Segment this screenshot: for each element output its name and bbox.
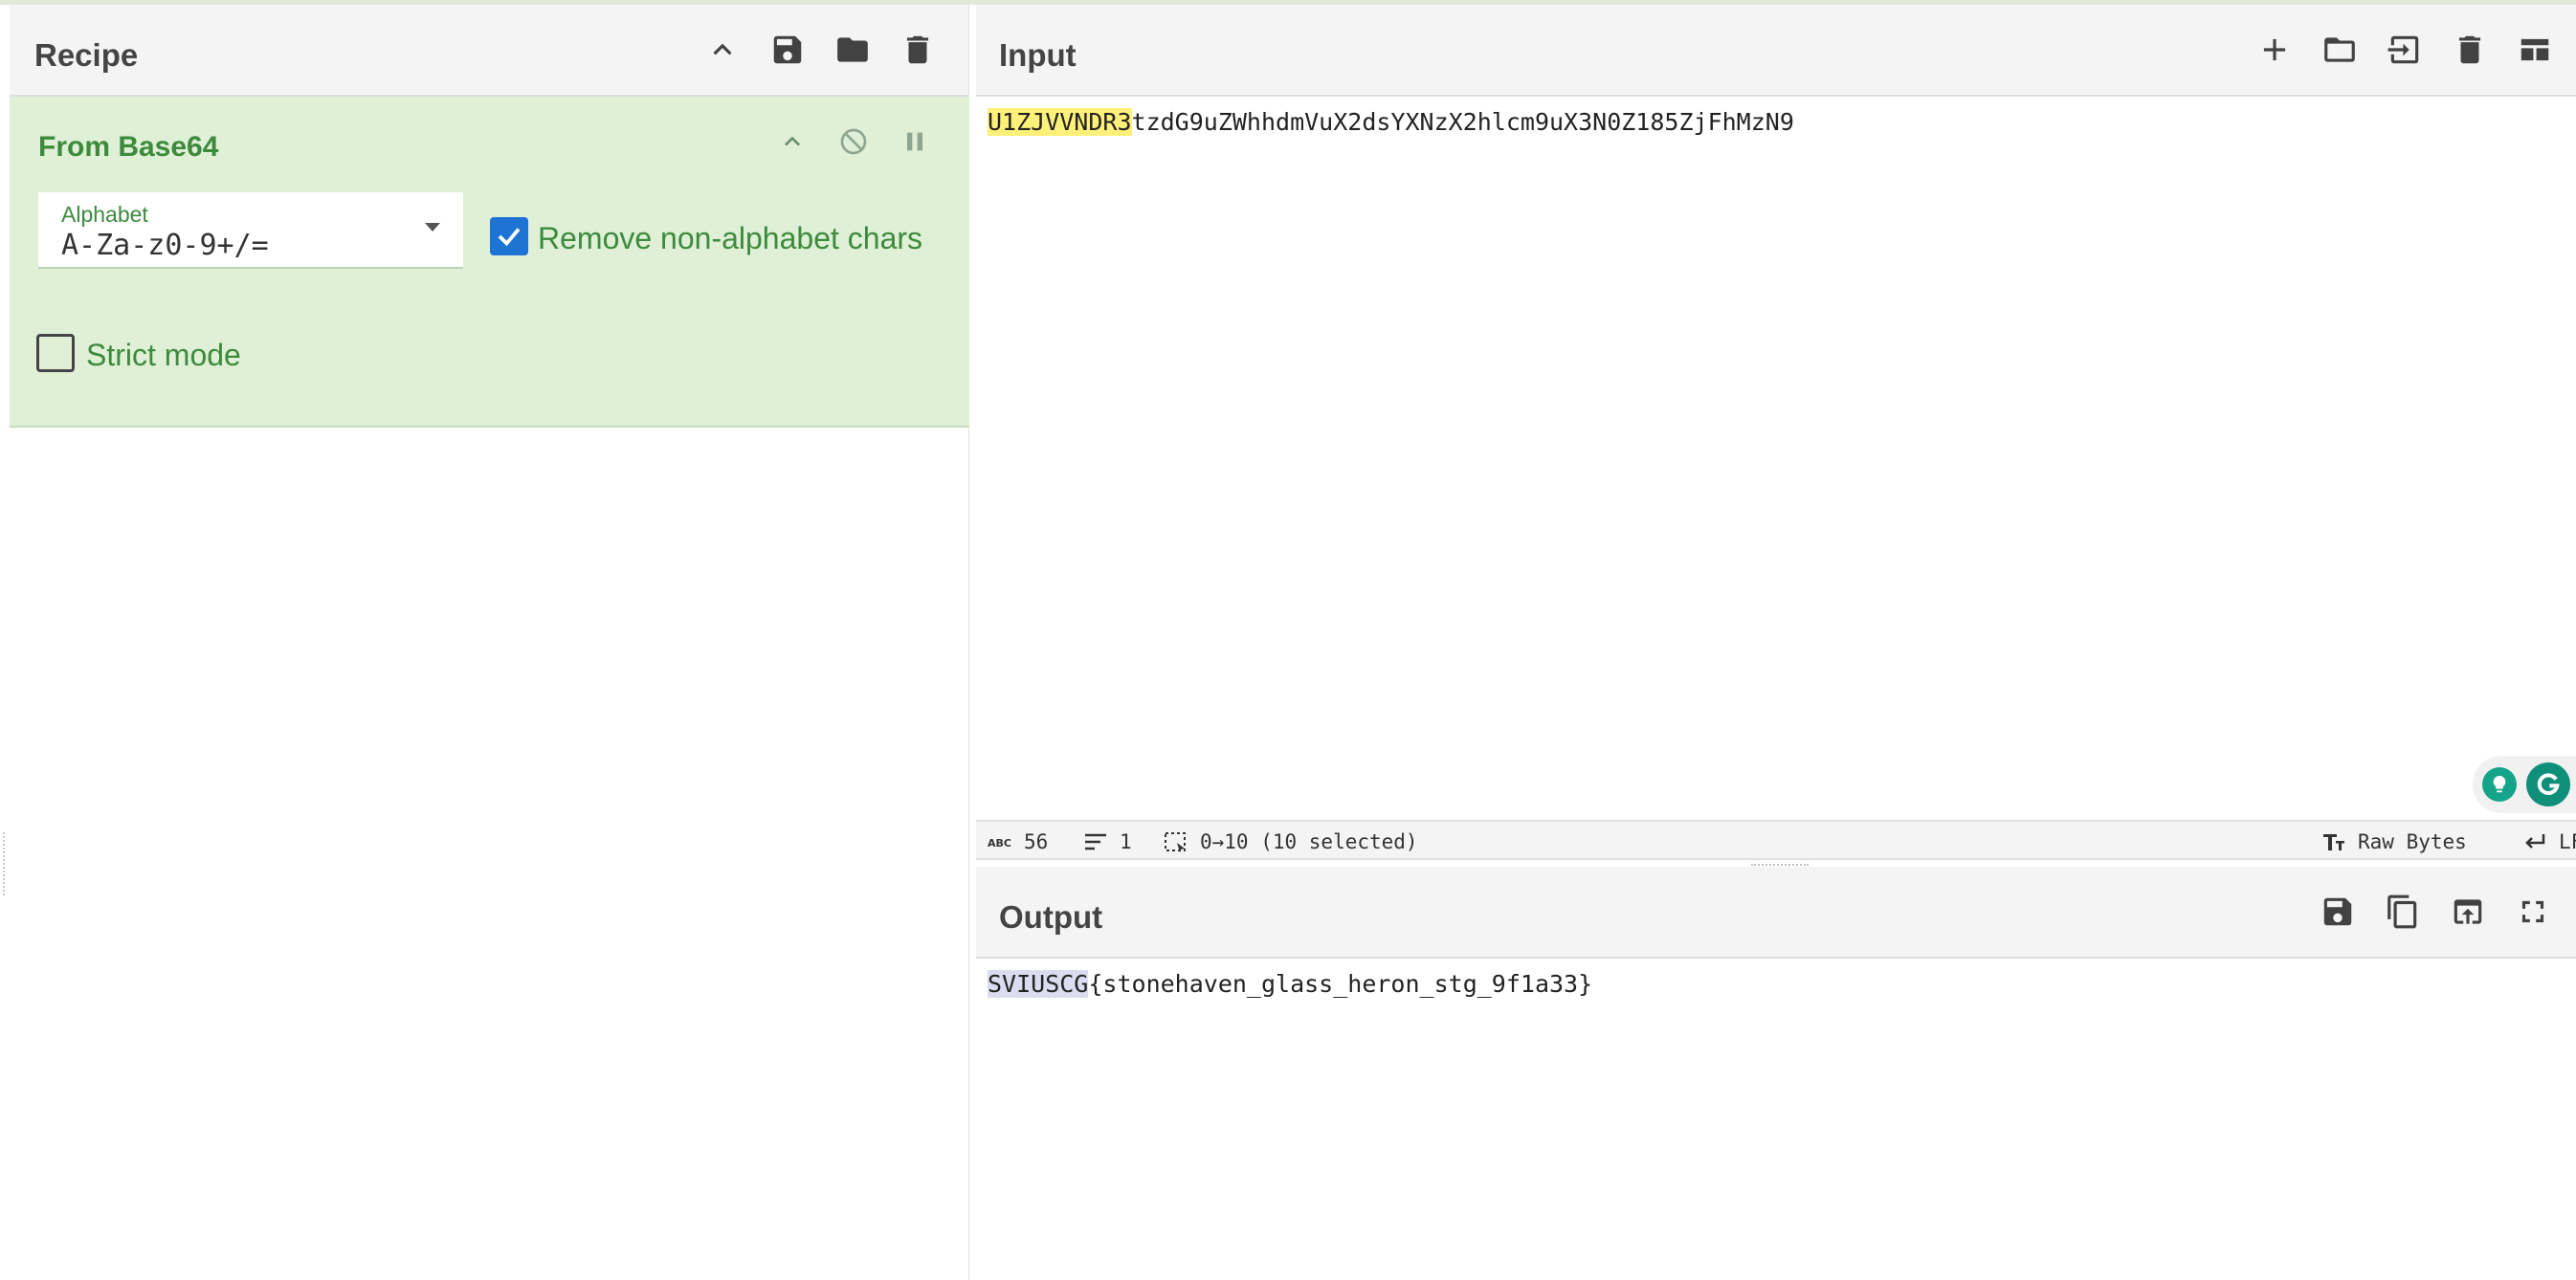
input-status-bar: ABC 56 1 0→10 (10 selected) Raw Bytes LF: [976, 820, 2576, 860]
folder-icon[interactable]: [2320, 30, 2360, 70]
input-pane: Input U1ZJVVNDR3tzdG9uZWhhdmVuX2dsYXNzX2…: [976, 5, 2576, 861]
dropdown-caret-icon: [425, 223, 440, 232]
plus-icon[interactable]: [2254, 30, 2295, 70]
length-indicator: ABC 56: [988, 830, 1048, 853]
abc-icon: ABC: [988, 837, 1011, 850]
input-title: Input: [999, 37, 1077, 73]
output-selection: SVIUSCG: [988, 970, 1089, 998]
recipe-toolbar: [702, 30, 938, 70]
copy-icon[interactable]: [2383, 892, 2423, 932]
import-icon[interactable]: [2385, 30, 2425, 70]
input-textarea[interactable]: U1ZJVVNDR3tzdG9uZWhhdmVuX2dsYXNzX2hlcm9u…: [988, 108, 1794, 136]
output-header: Output: [976, 867, 2576, 959]
output-textarea[interactable]: SVIUSCG{stonehaven_glass_heron_stg_9f1a3…: [988, 970, 1592, 998]
trash-icon[interactable]: [898, 30, 938, 70]
alphabet-label: Alphabet: [61, 202, 148, 227]
alphabet-value: A-Za-z0-9+/=: [61, 229, 269, 262]
return-arrow-icon: [2525, 834, 2545, 849]
output-pane: Output SVIUSCG{stonehaven_glass_heron_st…: [976, 867, 2576, 1280]
operation-from-base64[interactable]: From Base64 Alphabet A-Za-z0-9+/= Remove…: [10, 97, 969, 428]
svg-text:ABC: ABC: [988, 837, 1011, 850]
alphabet-select[interactable]: Alphabet A-Za-z0-9+/=: [38, 192, 463, 269]
left-resize-handle[interactable]: [3, 832, 7, 895]
lines-indicator: 1: [1083, 830, 1132, 853]
input-toolbar: [2254, 30, 2555, 70]
encoding-label: Raw Bytes: [2358, 830, 2467, 853]
output-toolbar: [2318, 892, 2553, 932]
output-title: Output: [999, 899, 1103, 935]
selection-range: 0→10 (10 selected): [1200, 830, 1418, 853]
input-length: 56: [1024, 830, 1049, 853]
selection-icon: [1165, 832, 1186, 852]
grammarly-widget[interactable]: [2473, 756, 2576, 813]
text-size-icon: [2323, 834, 2344, 850]
remove-non-alphabet-label[interactable]: Remove non-alphabet chars: [538, 221, 922, 256]
chevron-up-icon[interactable]: [702, 30, 743, 70]
folder-icon[interactable]: [833, 30, 873, 70]
encoding-selector[interactable]: Raw Bytes: [2321, 830, 2467, 853]
remove-non-alphabet-checkbox[interactable]: [490, 217, 528, 255]
collapse-operation-icon[interactable]: [772, 121, 812, 162]
recipe-title: Recipe: [34, 37, 139, 73]
recipe-pane: Recipe From Base64 Alphabet A-Za-z0-9+/=…: [10, 5, 969, 1280]
save-icon[interactable]: [2318, 892, 2358, 932]
lines-icon: [1085, 833, 1106, 850]
eol-selector[interactable]: LF: [2522, 830, 2576, 853]
save-icon[interactable]: [767, 30, 808, 70]
recipe-header: Recipe: [10, 5, 968, 97]
operation-name: From Base64: [38, 131, 219, 163]
fullscreen-icon[interactable]: [2513, 892, 2553, 932]
strict-mode-checkbox[interactable]: [36, 334, 75, 372]
operation-controls: [772, 121, 935, 162]
selection-indicator: 0→10 (10 selected): [1164, 830, 1418, 853]
eol-label: LF: [2559, 830, 2576, 853]
open-in-input-icon[interactable]: [2448, 892, 2488, 932]
input-header: Input: [976, 5, 2576, 97]
disable-operation-icon[interactable]: [833, 121, 874, 162]
input-text-rest: tzdG9uZWhhdmVuX2dsYXNzX2hlcm9uX3N0Z185Zj…: [1131, 108, 1794, 136]
input-lines: 1: [1120, 830, 1132, 853]
lightbulb-icon[interactable]: [2482, 767, 2517, 802]
grammarly-g-icon[interactable]: [2526, 762, 2570, 806]
input-selection: U1ZJVVNDR3: [988, 108, 1132, 136]
layout-icon[interactable]: [2515, 30, 2555, 70]
pause-icon[interactable]: [895, 121, 935, 162]
trash-icon[interactable]: [2450, 30, 2490, 70]
strict-mode-label[interactable]: Strict mode: [86, 338, 241, 373]
output-text-rest: {stonehaven_glass_heron_stg_9f1a33}: [1088, 970, 1593, 998]
